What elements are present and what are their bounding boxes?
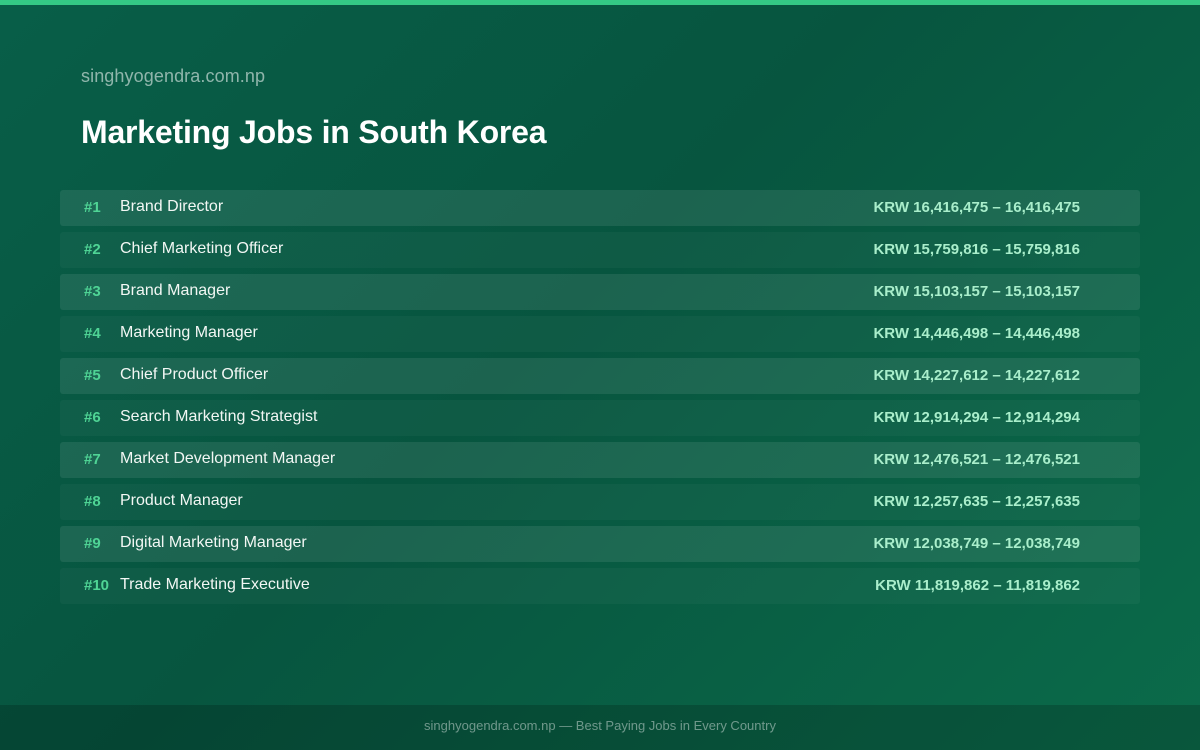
job-row: #4 Marketing Manager KRW 14,446,498 – 14… bbox=[60, 316, 1140, 352]
job-row: #5 Chief Product Officer KRW 14,227,612 … bbox=[60, 358, 1140, 394]
job-salary: KRW 11,819,862 – 11,819,862 bbox=[875, 577, 1080, 594]
job-title: Search Marketing Strategist bbox=[120, 408, 318, 425]
footer: singhyogendra.com.np — Best Paying Jobs … bbox=[0, 705, 1200, 750]
job-salary: KRW 12,476,521 – 12,476,521 bbox=[873, 451, 1080, 468]
job-rank: #7 bbox=[84, 451, 101, 468]
job-list: #1 Brand Director KRW 16,416,475 – 16,41… bbox=[60, 190, 1140, 610]
job-salary: KRW 14,227,612 – 14,227,612 bbox=[873, 367, 1080, 384]
job-salary: KRW 12,038,749 – 12,038,749 bbox=[873, 535, 1080, 552]
job-rank: #9 bbox=[84, 535, 101, 552]
job-row: #1 Brand Director KRW 16,416,475 – 16,41… bbox=[60, 190, 1140, 226]
job-title: Brand Director bbox=[120, 198, 224, 215]
job-row: #2 Chief Marketing Officer KRW 15,759,81… bbox=[60, 232, 1140, 268]
job-row: #10 Trade Marketing Executive KRW 11,819… bbox=[60, 568, 1140, 604]
job-salary: KRW 12,257,635 – 12,257,635 bbox=[873, 493, 1080, 510]
job-row: #7 Market Development Manager KRW 12,476… bbox=[60, 442, 1140, 478]
job-salary: KRW 14,446,498 – 14,446,498 bbox=[873, 325, 1080, 342]
site-name: singhyogendra.com.np bbox=[81, 66, 266, 86]
job-salary: KRW 16,416,475 – 16,416,475 bbox=[873, 199, 1080, 216]
job-title: Chief Marketing Officer bbox=[120, 240, 284, 257]
job-row: #6 Search Marketing Strategist KRW 12,91… bbox=[60, 400, 1140, 436]
job-rank: #8 bbox=[84, 493, 101, 510]
job-rank: #2 bbox=[84, 241, 101, 258]
job-rank: #3 bbox=[84, 283, 101, 300]
footer-text: singhyogendra.com.np — Best Paying Jobs … bbox=[424, 718, 776, 733]
job-rank: #6 bbox=[84, 409, 101, 426]
job-title: Chief Product Officer bbox=[120, 366, 269, 383]
job-title: Digital Marketing Manager bbox=[120, 534, 307, 551]
job-rank: #5 bbox=[84, 367, 101, 384]
job-salary: KRW 12,914,294 – 12,914,294 bbox=[873, 409, 1080, 426]
job-salary: KRW 15,103,157 – 15,103,157 bbox=[873, 283, 1080, 300]
job-row: #8 Product Manager KRW 12,257,635 – 12,2… bbox=[60, 484, 1140, 520]
job-rank: #10 bbox=[84, 577, 110, 594]
job-rank: #1 bbox=[84, 199, 101, 216]
job-row: #9 Digital Marketing Manager KRW 12,038,… bbox=[60, 526, 1140, 562]
page-title: Marketing Jobs in South Korea bbox=[81, 114, 547, 150]
top-accent-bar bbox=[0, 0, 1200, 5]
job-title: Market Development Manager bbox=[120, 450, 336, 467]
job-title: Brand Manager bbox=[120, 282, 231, 299]
job-row: #3 Brand Manager KRW 15,103,157 – 15,103… bbox=[60, 274, 1140, 310]
job-rank: #4 bbox=[84, 325, 101, 342]
job-title: Product Manager bbox=[120, 492, 243, 509]
job-title: Marketing Manager bbox=[120, 324, 258, 341]
job-title: Trade Marketing Executive bbox=[120, 576, 310, 593]
job-salary: KRW 15,759,816 – 15,759,816 bbox=[873, 241, 1080, 258]
